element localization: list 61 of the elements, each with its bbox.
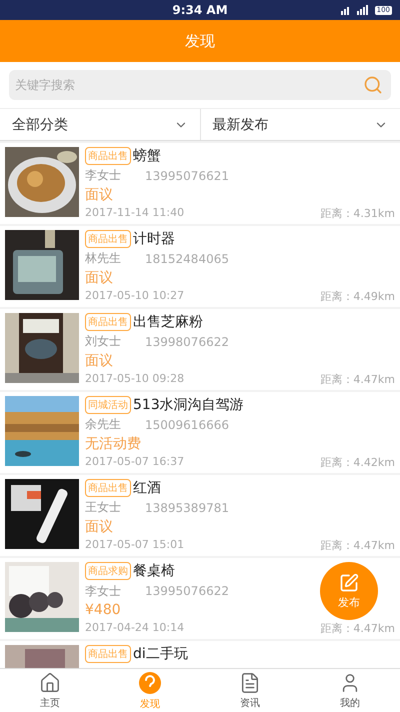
search-field[interactable]: 关键字搜索 bbox=[9, 70, 391, 100]
phone-number: 18152484065 bbox=[145, 252, 229, 266]
contact-name: 李女士 bbox=[85, 582, 122, 600]
document-icon bbox=[239, 672, 261, 694]
price: 面议 bbox=[85, 352, 113, 370]
listing-title: 螃蟹 bbox=[133, 147, 161, 165]
contact-name: 林先生 bbox=[85, 250, 122, 267]
post-date: 2017-05-07 16:37 bbox=[85, 455, 184, 470]
listing-title: 出售芝麻粉 bbox=[133, 313, 203, 331]
post-date: 2017-05-10 10:27 bbox=[85, 289, 184, 304]
listing-title: 红酒 bbox=[133, 479, 161, 497]
nav-tab[interactable]: 我的 bbox=[300, 669, 400, 712]
edit-icon bbox=[339, 572, 359, 592]
page-title: 发现 bbox=[185, 32, 215, 50]
category-tag: 商品出售 bbox=[85, 230, 131, 248]
price: ¥480 bbox=[85, 602, 121, 618]
contact-name: 刘女士 bbox=[85, 333, 122, 350]
listing-card[interactable]: 商品出售 出售芝麻粉 刘女士 13998076622 面议 2017-05-10 09:28 距离：4.47km bbox=[0, 309, 400, 390]
listing-title: 计时器 bbox=[133, 230, 175, 248]
listing-card[interactable]: 同城活动 513水洞沟自驾游 余先生 15009616666 无活动费 2017-05-07 16:37 距离：4.42km bbox=[0, 392, 400, 473]
status-time: 9:34 AM bbox=[172, 3, 228, 17]
nav-tab[interactable]: 资讯 bbox=[200, 669, 300, 712]
phone-number: 13998076622 bbox=[145, 334, 229, 348]
category-tag: 商品出售 bbox=[85, 479, 131, 497]
post-date: 2017-05-10 09:28 bbox=[85, 372, 184, 387]
distance: 距离：4.31km bbox=[320, 206, 395, 221]
phone-number: 13995076621 bbox=[145, 168, 229, 182]
category-tag: 商品出售 bbox=[85, 313, 131, 331]
phone-number: 13995076622 bbox=[145, 584, 229, 598]
post-date: 2017-11-14 11:40 bbox=[85, 206, 184, 221]
signal-icon bbox=[340, 5, 371, 15]
post-date: 2017-04-24 10:14 bbox=[85, 620, 184, 636]
nav-tab[interactable]: 主页 bbox=[0, 669, 100, 712]
distance: 距离：4.42km bbox=[320, 455, 395, 470]
category-tag: 同城活动 bbox=[85, 396, 131, 414]
listing-title: di二手玩 bbox=[133, 645, 188, 663]
post-date: 2017-05-07 15:01 bbox=[85, 538, 184, 553]
distance: 距离：4.47km bbox=[320, 538, 395, 553]
price: 面议 bbox=[85, 518, 113, 536]
price: 无活动费 bbox=[85, 435, 141, 453]
listing-title: 餐桌椅 bbox=[133, 562, 175, 580]
contact-name: 余先生 bbox=[85, 416, 122, 433]
contact-name: 李女士 bbox=[85, 167, 122, 184]
contact-name: 王女士 bbox=[85, 499, 122, 516]
price: 面议 bbox=[85, 186, 113, 204]
phone-number: 13895389781 bbox=[145, 500, 229, 514]
search-icon[interactable] bbox=[363, 75, 383, 95]
listing-title: 513水洞沟自驾游 bbox=[133, 396, 244, 414]
listing-card[interactable]: 商品出售 di二手玩 bbox=[0, 641, 400, 668]
category-tag: 商品出售 bbox=[85, 147, 131, 165]
distance: 距离：4.49km bbox=[320, 289, 395, 304]
listing-card[interactable]: 商品出售 红酒 王女士 13895389781 面议 2017-05-07 15:01 距离：4.47km bbox=[0, 475, 400, 556]
home-icon bbox=[39, 672, 61, 694]
phone-number: 15009616666 bbox=[145, 418, 229, 432]
listing-card[interactable]: 商品出售 计时器 林先生 18152484065 面议 2017-05-10 10:27 距离：4.49km bbox=[0, 226, 400, 307]
price: 面议 bbox=[85, 269, 113, 287]
category-tag: 商品出售 bbox=[85, 645, 131, 663]
category-tag: 商品求购 bbox=[85, 562, 131, 580]
distance: 距离：4.47km bbox=[320, 372, 395, 387]
distance: 距离：4.47km bbox=[320, 620, 395, 636]
listing-card[interactable]: 商品出售 螃蟹 李女士 13995076621 面议 2017-11-14 11:40 距离：4.31km bbox=[0, 143, 400, 224]
